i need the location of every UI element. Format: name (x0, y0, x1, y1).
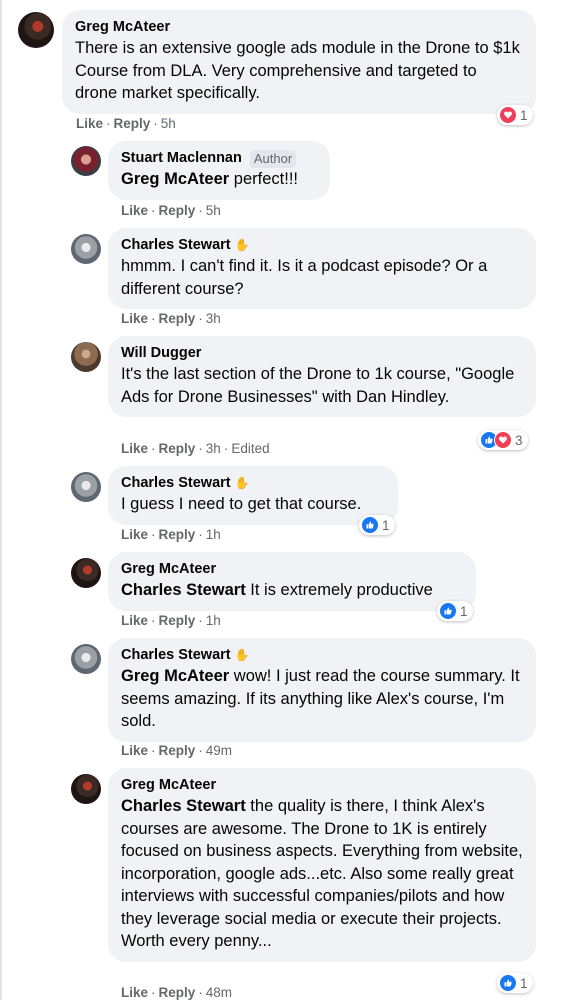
reaction-summary[interactable]: 1 (359, 515, 395, 535)
comment-bubble: Will Dugger It's the last section of the… (108, 336, 536, 417)
avatar[interactable] (71, 234, 101, 264)
comment-author[interactable]: Charles Stewart ✋ (121, 474, 385, 493)
reaction-summary[interactable]: 1 (437, 601, 473, 621)
comment-text: Greg McAteer perfect!!! (121, 170, 298, 188)
like-button[interactable]: Like (121, 441, 148, 456)
comment-actions: Like · Reply · 3h (121, 311, 221, 326)
mention-link[interactable]: Charles Stewart (121, 581, 246, 599)
comment-text: Charles Stewart It is extremely producti… (121, 581, 433, 599)
like-button[interactable]: Like (121, 527, 148, 542)
avatar[interactable] (71, 342, 101, 372)
avatar[interactable] (18, 12, 54, 48)
reaction-summary[interactable]: 1 (497, 973, 533, 993)
comment-bubble: Charles Stewart ✋ hmmm. I can't find it. … (108, 228, 536, 309)
comment-author[interactable]: Greg McAteer (121, 560, 463, 579)
avatar[interactable] (71, 472, 101, 502)
like-icon (361, 516, 379, 534)
comment-author[interactable]: Charles Stewart ✋ (121, 236, 523, 255)
thread-line (0, 0, 2, 1000)
timestamp[interactable]: 48m (206, 985, 232, 1000)
like-button[interactable]: Like (121, 613, 148, 628)
reply-button[interactable]: Reply (159, 203, 196, 218)
comment-bubble: Greg McAteer There is an extensive googl… (62, 10, 536, 114)
avatar[interactable] (71, 146, 101, 176)
like-button[interactable]: Like (121, 311, 148, 326)
reaction-count: 1 (520, 107, 528, 123)
timestamp[interactable]: 49m (206, 743, 232, 758)
like-button[interactable]: Like (121, 985, 148, 1000)
mention-link[interactable]: Greg McAteer (121, 170, 229, 188)
author-badge: Author (249, 149, 297, 168)
comment-author[interactable]: Stuart Maclennan Author (121, 149, 317, 168)
like-button[interactable]: Like (121, 743, 148, 758)
comment-actions: Like · Reply · 1h (121, 527, 221, 542)
comment-text: It's the last section of the Drone to 1k… (121, 365, 515, 406)
like-button[interactable]: Like (76, 116, 103, 131)
love-icon (494, 431, 512, 449)
mention-link[interactable]: Charles Stewart (121, 797, 246, 815)
comment-text: There is an extensive google ads module … (75, 39, 520, 102)
reaction-count: 3 (515, 432, 523, 448)
reaction-summary[interactable]: 3 (478, 430, 528, 450)
comment-author[interactable]: Charles Stewart ✋ (121, 646, 523, 665)
comment-text: I guess I need to get that course. (121, 495, 362, 513)
comment-actions: Like · Reply · 3h · Edited (121, 441, 270, 456)
reply-button[interactable]: Reply (159, 311, 196, 326)
reaction-count: 1 (382, 517, 390, 533)
timestamp[interactable]: 1h (206, 613, 221, 628)
wave-icon: ✋ (234, 648, 250, 662)
avatar[interactable] (71, 774, 101, 804)
comment-bubble: Charles Stewart ✋ I guess I need to get t… (108, 466, 398, 525)
reaction-count: 1 (460, 603, 468, 619)
wave-icon: ✋ (234, 476, 250, 490)
timestamp[interactable]: 5h (206, 203, 221, 218)
comment-bubble: Greg McAteer Charles Stewart It is extre… (108, 552, 476, 611)
timestamp[interactable]: 1h (206, 527, 221, 542)
comment-author[interactable]: Greg McAteer (75, 18, 523, 37)
reaction-summary[interactable]: 1 (497, 105, 533, 125)
timestamp[interactable]: 3h (206, 311, 221, 326)
reply-button[interactable]: Reply (159, 613, 196, 628)
timestamp[interactable]: 5h (161, 116, 176, 131)
comment-actions: Like · Reply · 49m (121, 743, 233, 758)
comment-bubble: Greg McAteer Charles Stewart the quality… (108, 768, 536, 962)
comment-text: Greg McAteer wow! I just read the course… (121, 667, 520, 730)
reply-button[interactable]: Reply (159, 441, 196, 456)
avatar[interactable] (71, 558, 101, 588)
comment-bubble: Stuart Maclennan Author Greg McAteer perf… (108, 141, 330, 200)
comment-text: hmmm. I can't find it. Is it a podcast e… (121, 257, 488, 298)
like-button[interactable]: Like (121, 203, 148, 218)
comment-actions: Like · Reply · 5h (76, 116, 176, 131)
comment-text: Charles Stewart the quality is there, I … (121, 797, 523, 950)
edited-label[interactable]: Edited (231, 441, 269, 456)
comment-actions: Like · Reply · 5h (121, 203, 221, 218)
reply-button[interactable]: Reply (114, 116, 151, 131)
avatar[interactable] (71, 644, 101, 674)
mention-link[interactable]: Greg McAteer (121, 667, 229, 685)
reply-button[interactable]: Reply (159, 527, 196, 542)
comment-author[interactable]: Will Dugger (121, 344, 523, 363)
comment-bubble: Charles Stewart ✋ Greg McAteer wow! I jus… (108, 638, 536, 742)
love-icon (499, 106, 517, 124)
like-icon (439, 602, 457, 620)
comment-author[interactable]: Greg McAteer (121, 776, 523, 795)
wave-icon: ✋ (234, 238, 250, 252)
like-icon (499, 974, 517, 992)
comment-actions: Like · Reply · 48m (121, 985, 233, 1000)
timestamp[interactable]: 3h (206, 441, 221, 456)
reaction-count: 1 (520, 975, 528, 991)
reply-button[interactable]: Reply (159, 743, 196, 758)
comment-actions: Like · Reply · 1h (121, 613, 221, 628)
reply-button[interactable]: Reply (159, 985, 196, 1000)
